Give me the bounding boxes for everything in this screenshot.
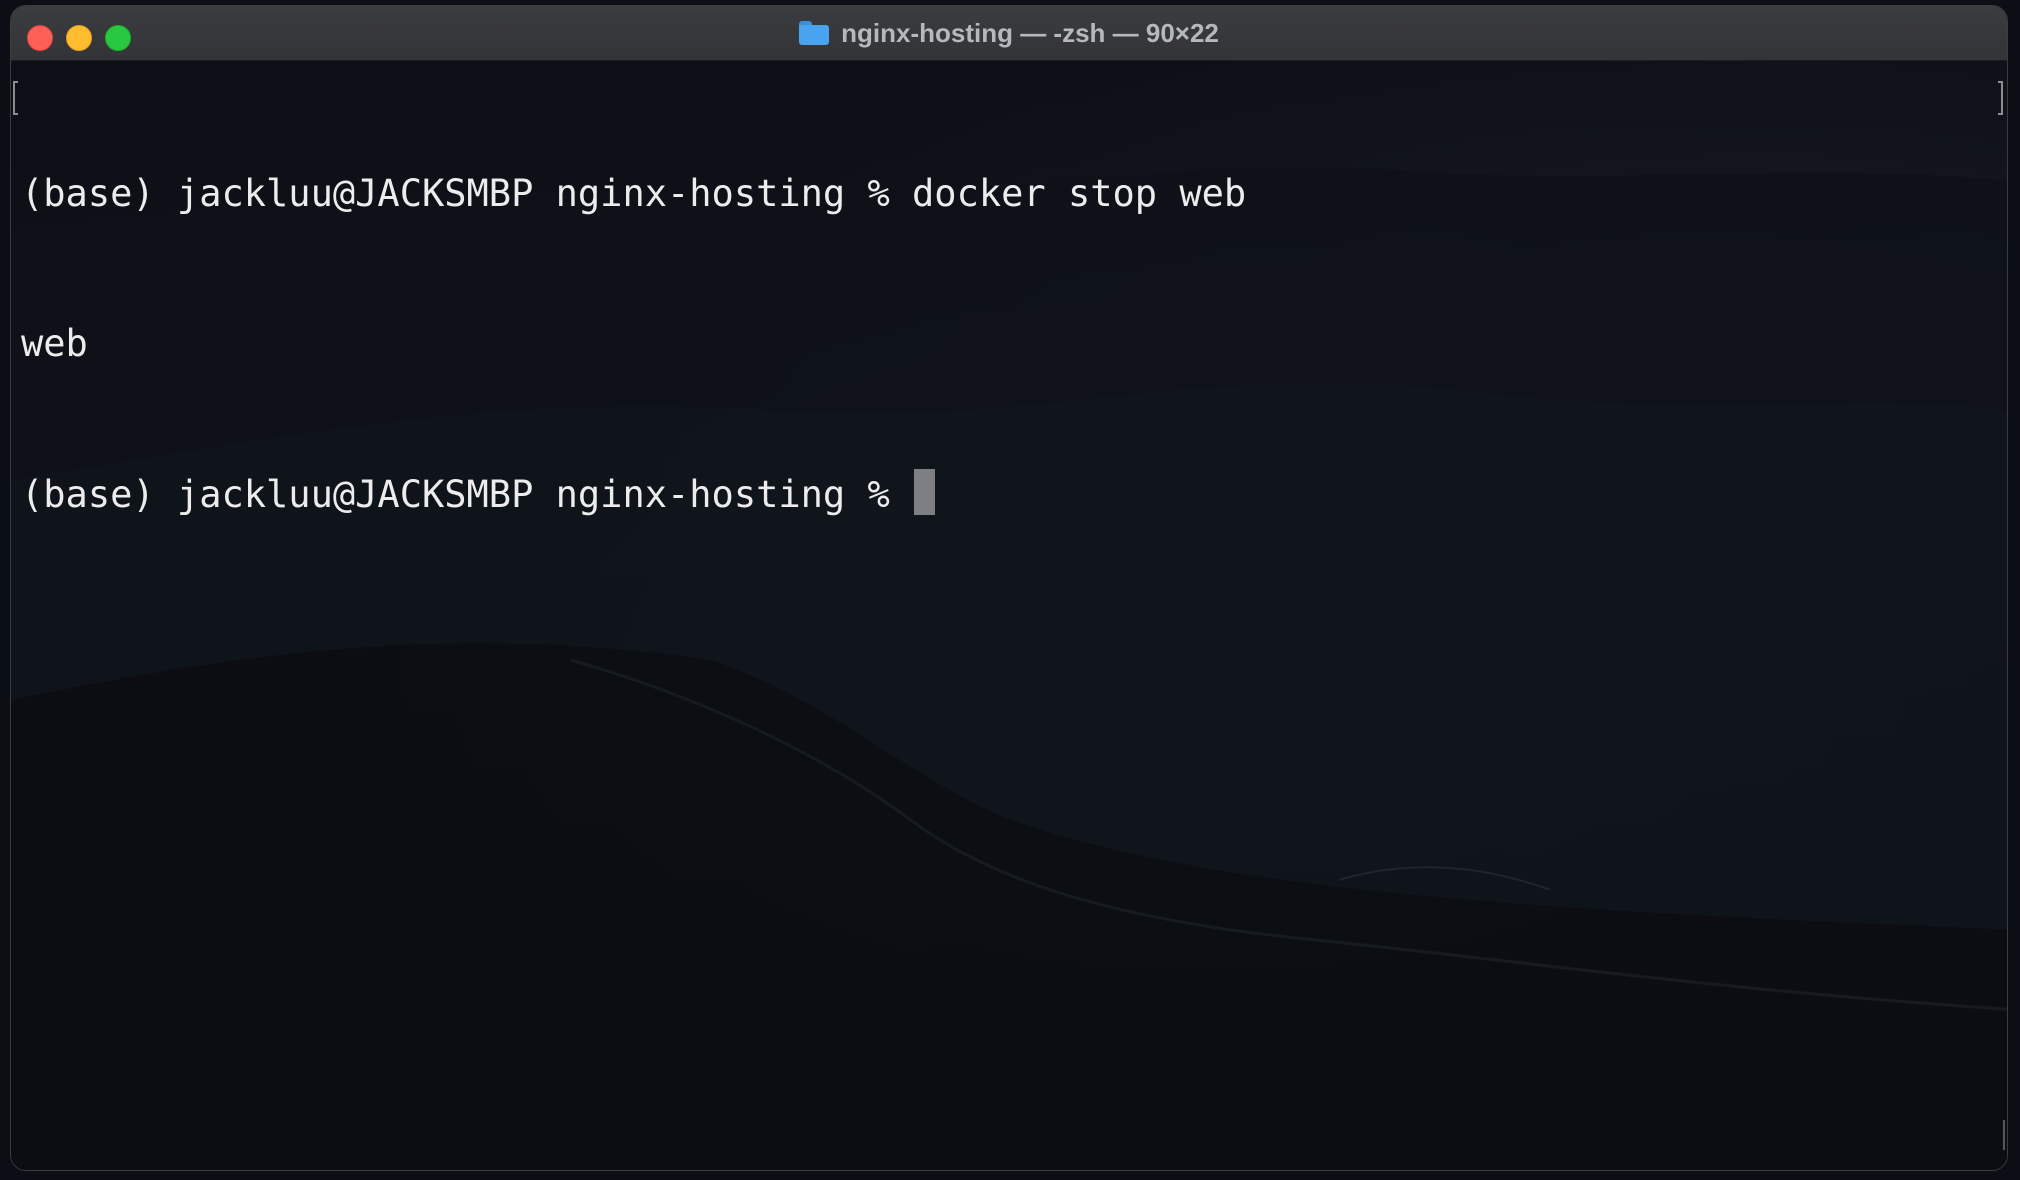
mark-bracket-left [13, 81, 18, 115]
window-title-text: nginx-hosting — -zsh — 90×22 [841, 17, 1219, 48]
scrollbar[interactable] [2000, 1120, 2005, 1150]
block-cursor-icon [914, 469, 936, 515]
terminal-line: (base) jackluu@JACKSMBP nginx-hosting % … [21, 172, 1247, 215]
terminal-prompt: (base) jackluu@JACKSMBP nginx-hosting % [21, 473, 913, 516]
terminal-window: nginx-hosting — -zsh — 90×22 (base) jack… [10, 5, 2008, 1171]
terminal-output[interactable]: (base) jackluu@JACKSMBP nginx-hosting % … [21, 69, 1246, 619]
title-bar[interactable]: nginx-hosting — -zsh — 90×22 [11, 6, 2007, 61]
mark-bracket-right [1998, 81, 2003, 115]
window-title: nginx-hosting — -zsh — 90×22 [11, 6, 2007, 60]
terminal-prompt-line[interactable]: (base) jackluu@JACKSMBP nginx-hosting % [21, 469, 1246, 519]
terminal-content[interactable]: (base) jackluu@JACKSMBP nginx-hosting % … [11, 61, 2007, 1170]
terminal-line: web [21, 322, 88, 365]
folder-icon [799, 21, 830, 45]
